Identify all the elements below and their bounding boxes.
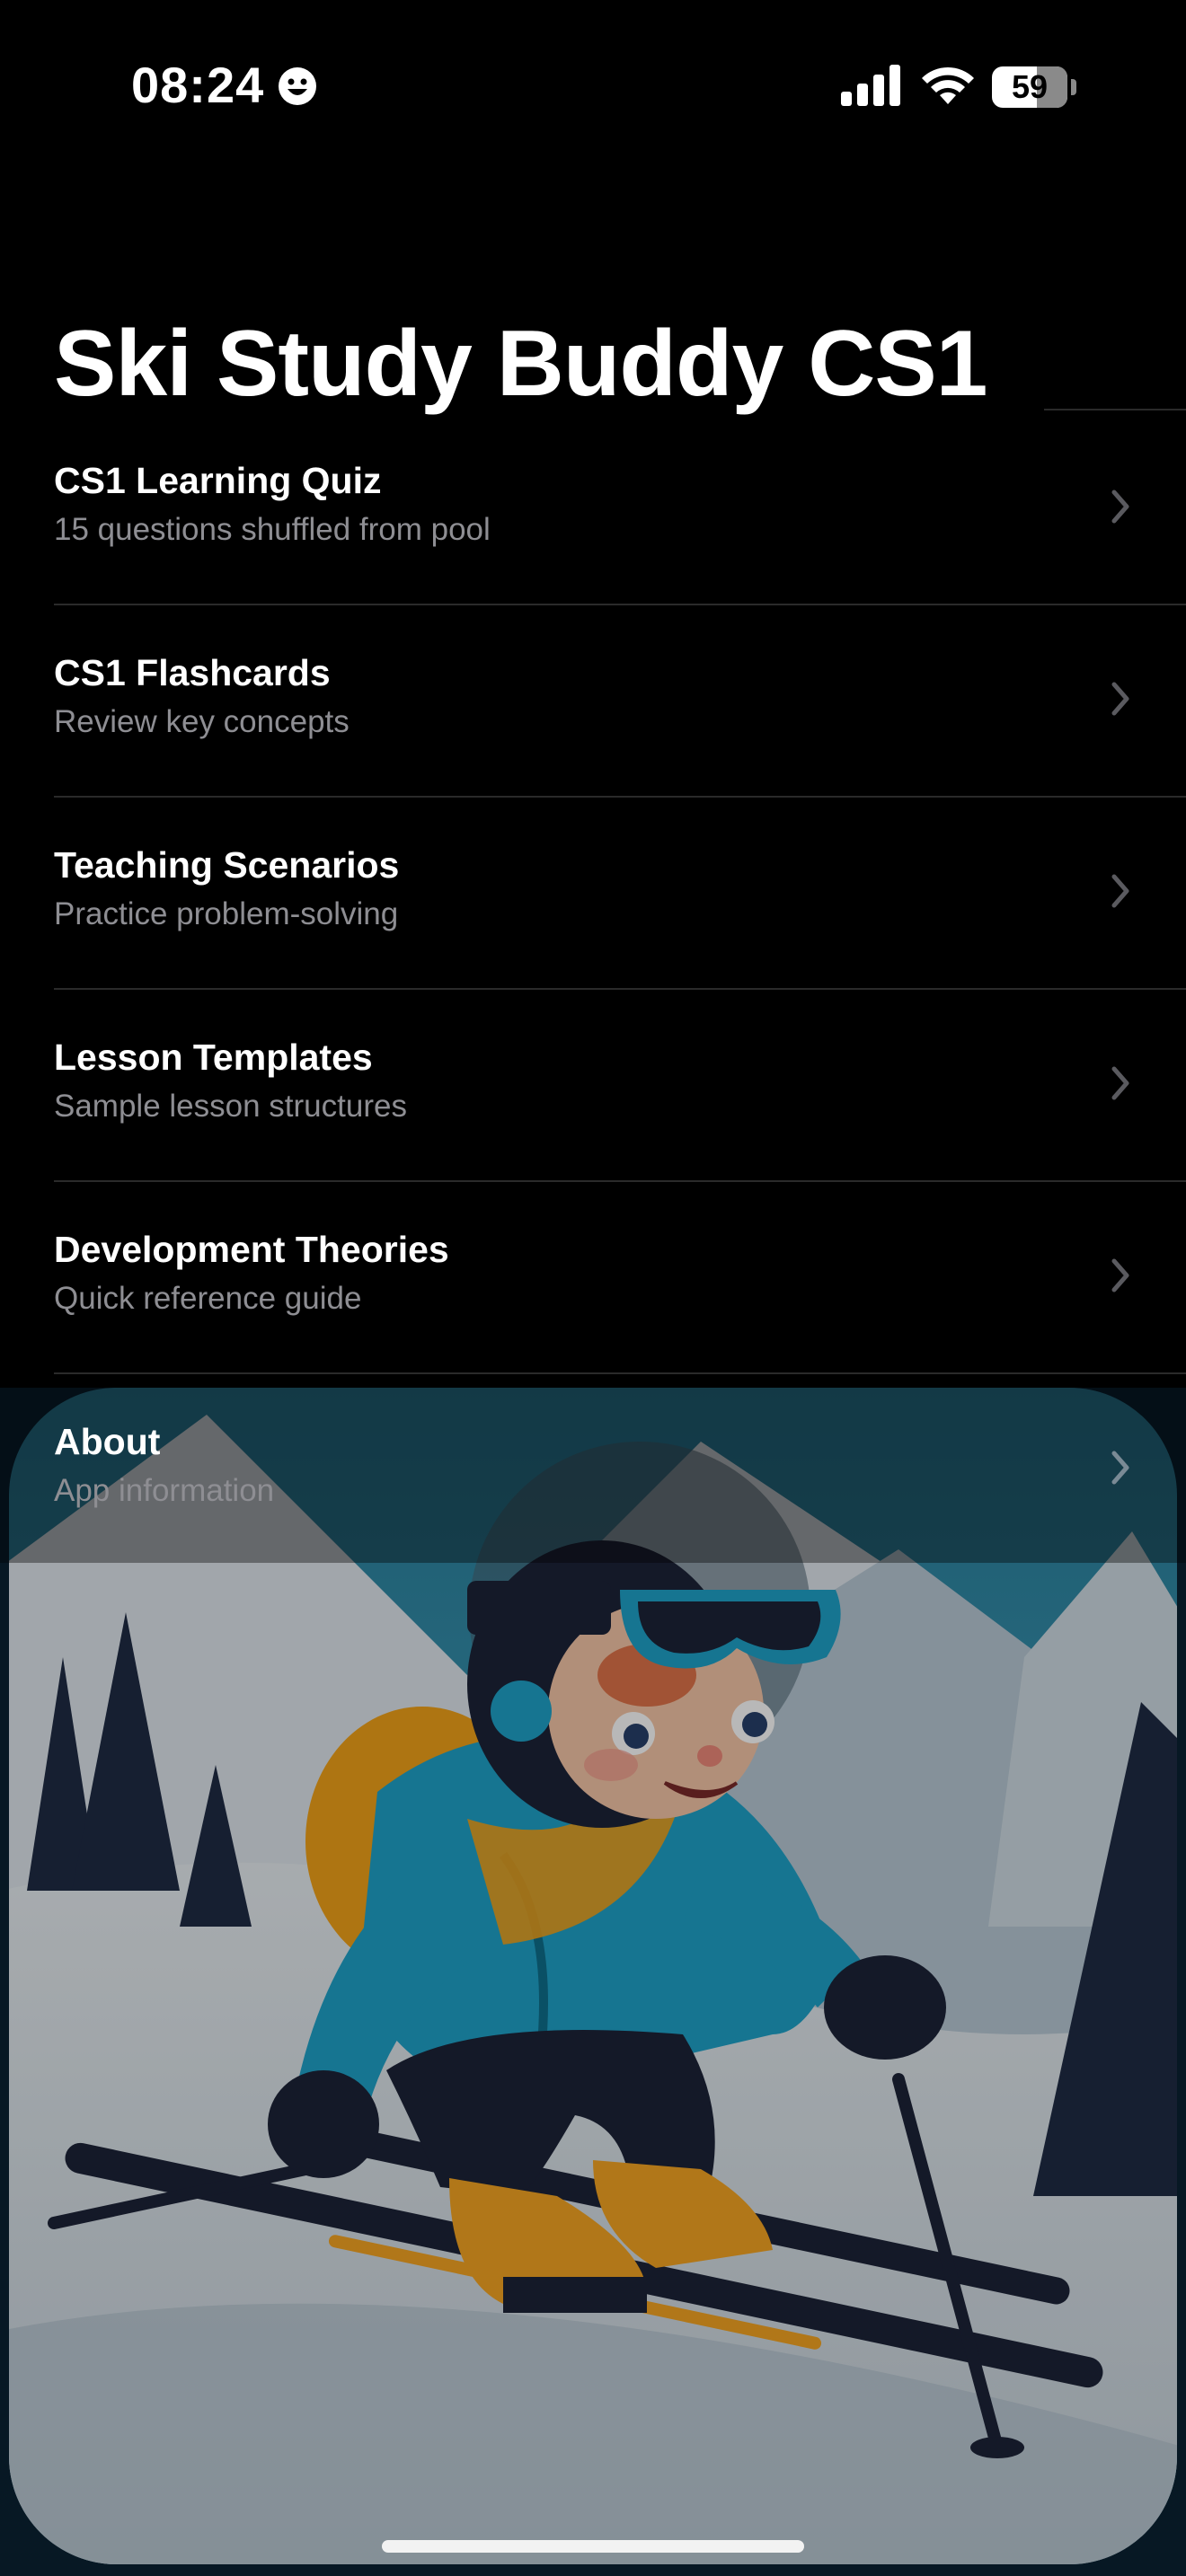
- menu-item-development-theories[interactable]: Development Theories Quick reference gui…: [0, 1182, 1186, 1374]
- cellular-signal-icon: [841, 65, 900, 106]
- menu-item-cs1-flashcards[interactable]: CS1 Flashcards Review key concepts: [0, 605, 1186, 798]
- menu-item-title: Development Theories: [54, 1229, 449, 1270]
- chevron-right-icon: [1111, 1258, 1129, 1292]
- menu-item-title: About: [54, 1421, 161, 1462]
- chevron-right-icon: [1111, 1451, 1129, 1485]
- page-title: Ski Study Buddy CS1: [54, 312, 988, 416]
- title-divider: [1044, 409, 1186, 410]
- battery-level: 59: [1011, 68, 1049, 105]
- menu-item-subtitle: Sample lesson structures: [54, 1089, 407, 1124]
- menu-item-subtitle: Review key concepts: [54, 704, 350, 739]
- menu-item-cs1-learning-quiz[interactable]: CS1 Learning Quiz 15 questions shuffled …: [0, 413, 1186, 605]
- chevron-right-icon: [1111, 874, 1129, 908]
- chevron-right-icon: [1111, 490, 1129, 524]
- menu-item-subtitle: App information: [54, 1473, 275, 1508]
- menu-item-teaching-scenarios[interactable]: Teaching Scenarios Practice problem-solv…: [0, 798, 1186, 990]
- menu-item-subtitle: 15 questions shuffled from pool: [54, 512, 491, 547]
- menu-item-subtitle: Practice problem-solving: [54, 896, 399, 931]
- menu-item-lesson-templates[interactable]: Lesson Templates Sample lesson structure…: [0, 990, 1186, 1182]
- menu-item-title: CS1 Flashcards: [54, 652, 331, 693]
- home-indicator[interactable]: [382, 2540, 804, 2553]
- menu-item-about[interactable]: About App information: [0, 1374, 1186, 1566]
- chevron-right-icon: [1111, 1066, 1129, 1100]
- status-bar: 08:24 59: [0, 0, 1186, 171]
- status-time: 08:24: [131, 57, 265, 113]
- menu-item-title: Teaching Scenarios: [54, 844, 400, 886]
- menu-item-title: Lesson Templates: [54, 1037, 373, 1078]
- menu-item-subtitle: Quick reference guide: [54, 1281, 362, 1316]
- battery-icon: 59: [992, 66, 1076, 108]
- menu-item-title: CS1 Learning Quiz: [54, 460, 382, 501]
- wifi-icon: [922, 66, 974, 104]
- smiley-icon: [279, 67, 316, 105]
- chevron-right-icon: [1111, 682, 1129, 716]
